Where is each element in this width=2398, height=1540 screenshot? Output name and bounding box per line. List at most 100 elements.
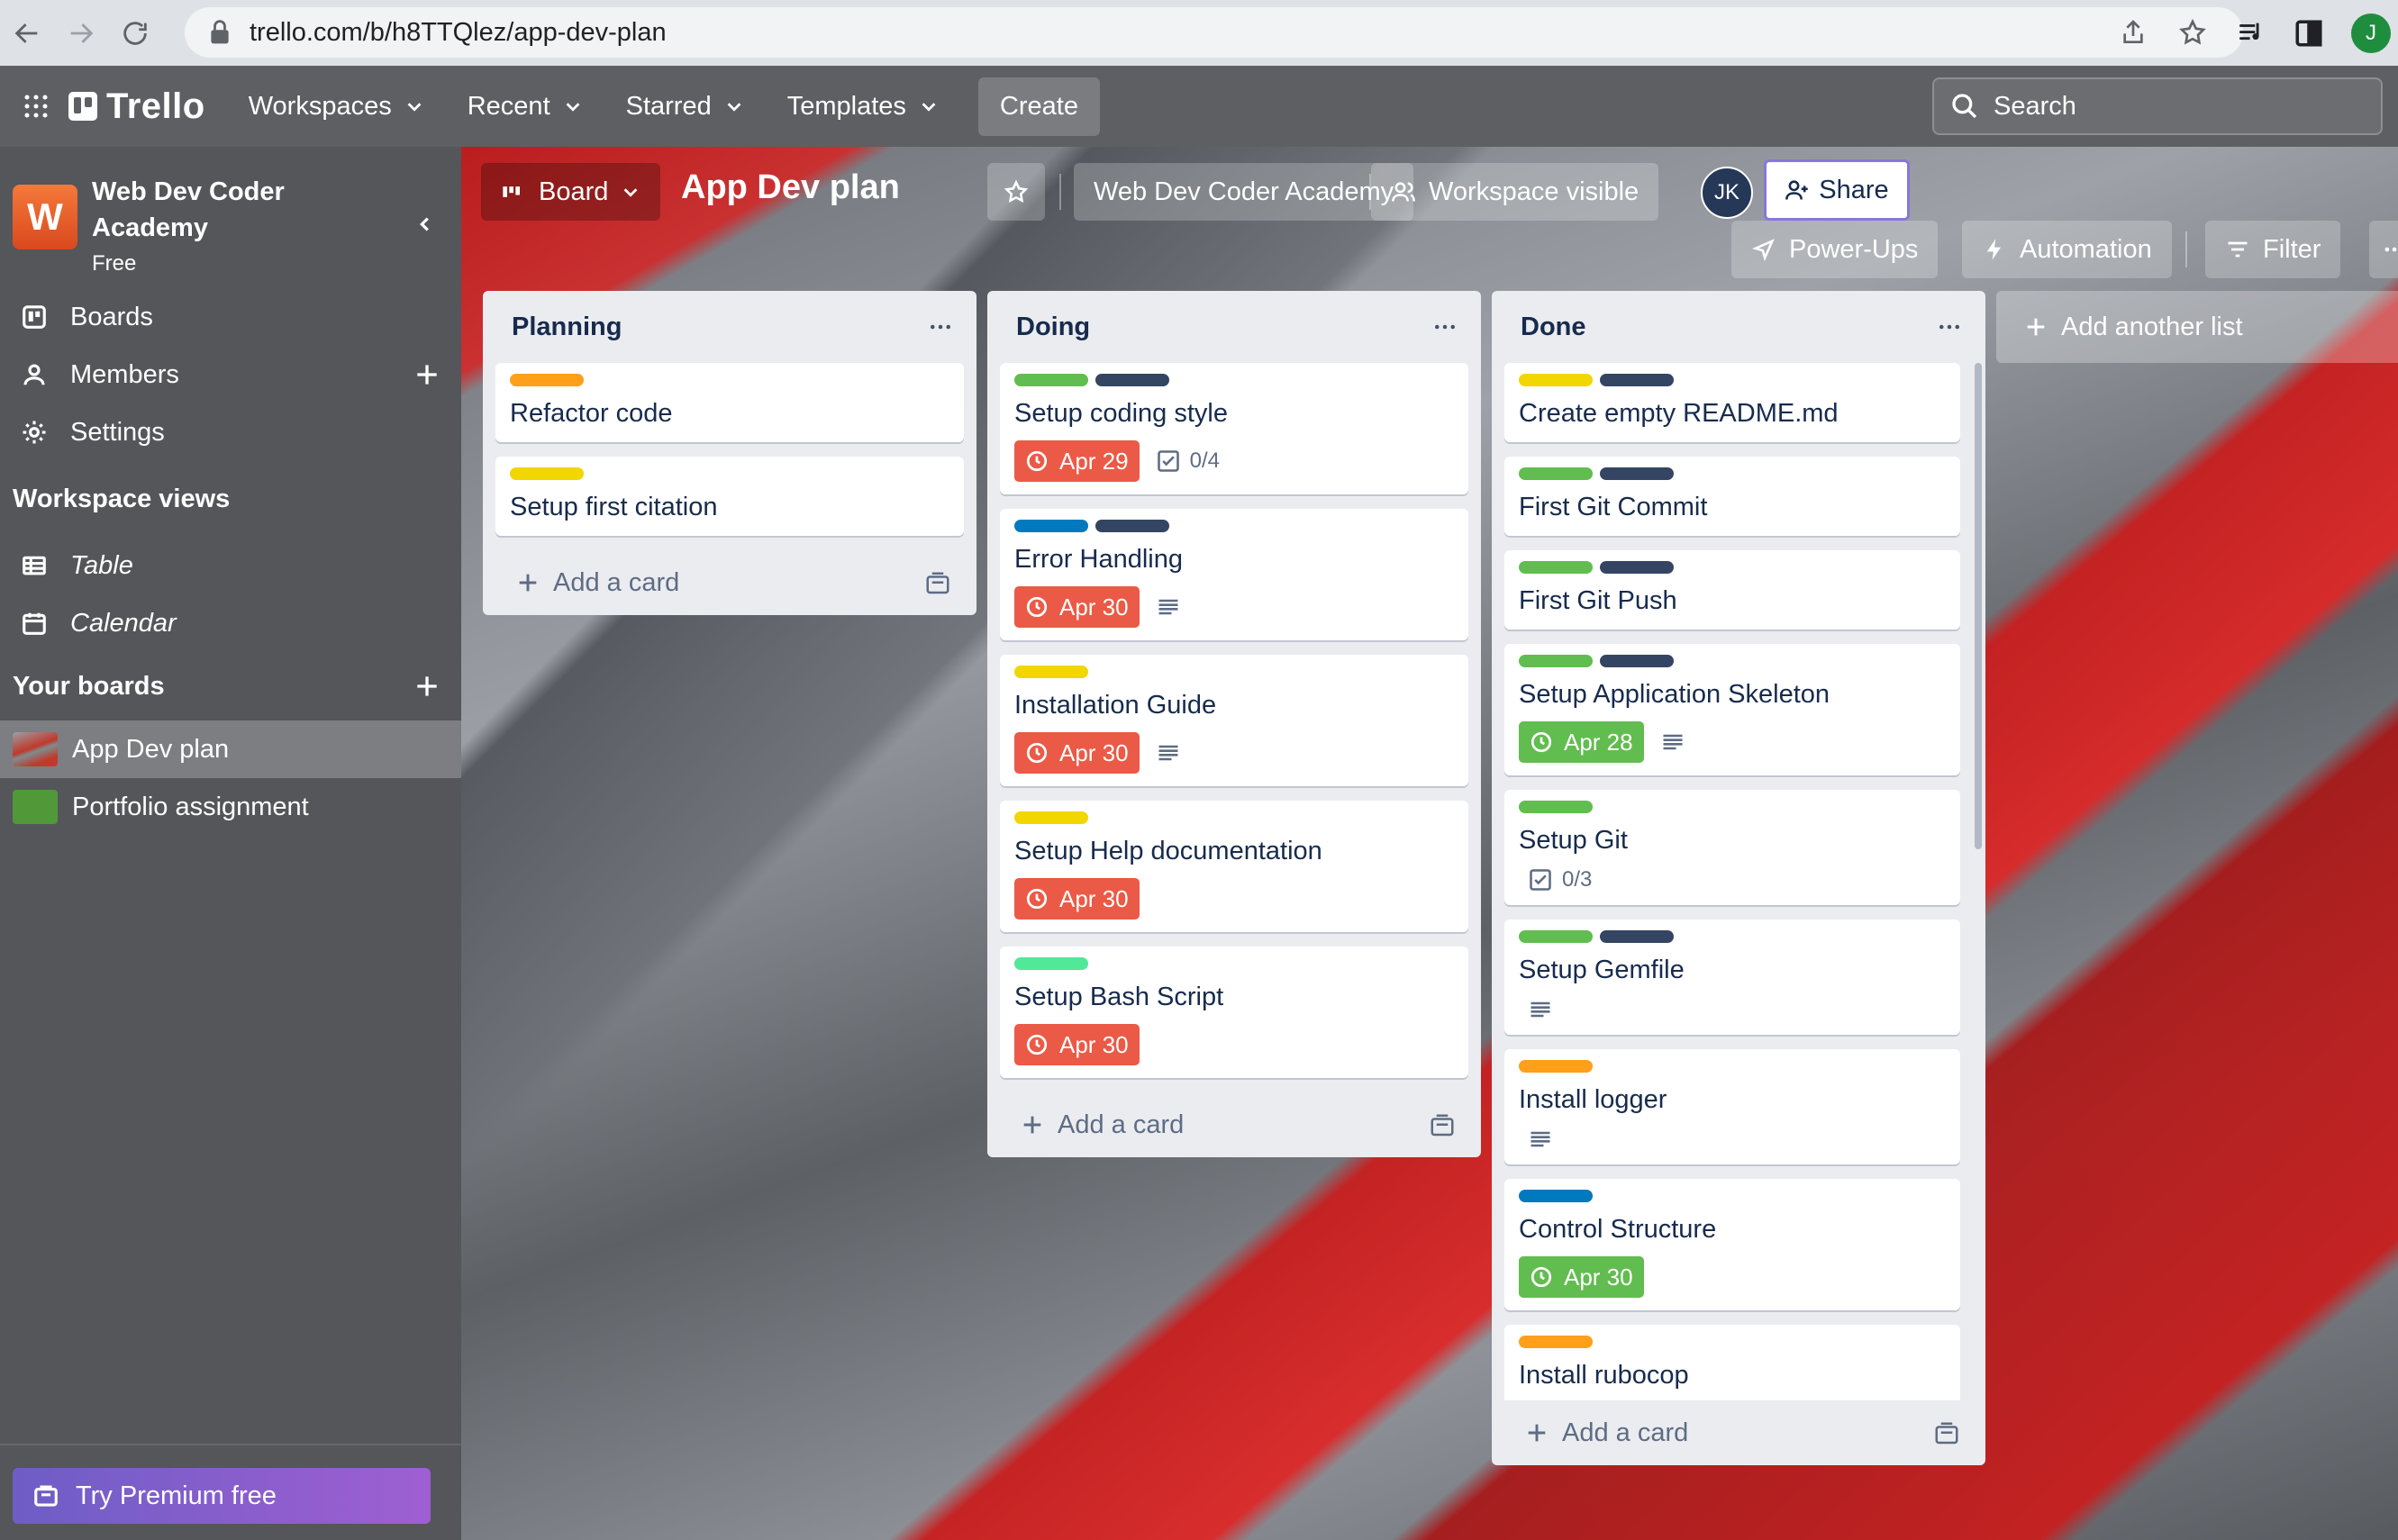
sidebar-item-calendar[interactable]: Calendar <box>0 594 461 652</box>
list-title[interactable]: Done <box>1521 313 1586 342</box>
app-switcher-icon[interactable] <box>9 79 63 133</box>
add-member-plus-icon[interactable] <box>413 360 441 389</box>
card-label-orange[interactable] <box>1519 1060 1593 1073</box>
workspace-name[interactable]: Web Dev Coder Academy <box>92 174 380 246</box>
reload-button[interactable] <box>108 6 162 60</box>
due-date-badge[interactable]: Apr 29 <box>1014 440 1140 482</box>
add-card-button[interactable]: Add a card <box>495 550 964 615</box>
card-label-navy[interactable] <box>1600 561 1674 574</box>
card[interactable]: Setup Application Skeleton Apr 28 <box>1504 644 1960 775</box>
address-bar[interactable]: trello.com/b/h8TTQlez/app-dev-plan <box>185 7 2243 58</box>
card[interactable]: Setup Help documentation Apr 30 <box>1000 801 1468 932</box>
back-button[interactable] <box>0 6 54 60</box>
search-box[interactable] <box>1932 77 2383 135</box>
due-date-badge[interactable]: Apr 30 <box>1014 878 1140 919</box>
card-template-icon[interactable] <box>1429 1112 1456 1139</box>
card-label-yellow[interactable] <box>510 467 584 480</box>
card-label-lime[interactable] <box>1014 957 1088 970</box>
card[interactable]: Control Structure Apr 30 <box>1504 1179 1960 1310</box>
bookmark-star-icon[interactable] <box>2178 18 2207 47</box>
card-template-icon[interactable] <box>1933 1420 1960 1447</box>
card-template-icon[interactable] <box>924 570 951 597</box>
board-view-switcher[interactable]: Board <box>481 163 661 221</box>
card-label-yellow[interactable] <box>1014 811 1088 824</box>
card[interactable]: Error Handling Apr 30 <box>1000 509 1468 640</box>
sidebar-item-boards[interactable]: Boards <box>0 288 461 346</box>
sidebar-item-table[interactable]: Table <box>0 537 461 594</box>
card-label-navy[interactable] <box>1095 520 1169 532</box>
card[interactable]: First Git Push <box>1504 550 1960 630</box>
card[interactable]: Setup Gemfile <box>1504 919 1960 1035</box>
card-label-green[interactable] <box>1519 655 1593 667</box>
card[interactable]: Installation Guide Apr 30 <box>1000 655 1468 786</box>
sidebar-board-app-dev-plan[interactable]: App Dev plan <box>0 720 461 778</box>
create-button[interactable]: Create <box>977 77 1100 136</box>
card[interactable]: Setup Bash Script Apr 30 <box>1000 947 1468 1078</box>
add-card-button[interactable]: Add a card <box>1000 1092 1468 1157</box>
menu-templates[interactable]: Templates <box>771 79 955 134</box>
list-title[interactable]: Doing <box>1016 313 1090 342</box>
card-label-navy[interactable] <box>1600 930 1674 943</box>
due-date-badge[interactable]: Apr 30 <box>1014 586 1140 628</box>
card[interactable]: Setup coding style Apr 29 0/4 <box>1000 363 1468 494</box>
card-label-green[interactable] <box>1519 561 1593 574</box>
workspace-button[interactable]: Web Dev Coder Academy <box>1074 163 1414 221</box>
side-panel-icon[interactable] <box>2294 18 2324 49</box>
try-premium-button[interactable]: Try Premium free <box>13 1468 431 1524</box>
star-board-button[interactable] <box>987 163 1045 221</box>
list-scrollbar[interactable] <box>1975 363 1982 1480</box>
member-avatar[interactable]: JK <box>1701 167 1753 219</box>
sidebar-item-settings[interactable]: Settings <box>0 403 461 461</box>
card[interactable]: Refactor code <box>495 363 964 442</box>
card-label-blue[interactable] <box>1519 1190 1593 1202</box>
board-menu-button[interactable] <box>2369 221 2398 278</box>
card-label-yellow[interactable] <box>1519 374 1593 386</box>
sidebar-board-portfolio[interactable]: Portfolio assignment <box>0 778 461 836</box>
card-label-orange[interactable] <box>510 374 584 386</box>
card-label-green[interactable] <box>1519 930 1593 943</box>
card-label-navy[interactable] <box>1600 374 1674 386</box>
sidebar-item-members[interactable]: Members <box>0 346 461 403</box>
card-label-navy[interactable] <box>1095 374 1169 386</box>
card[interactable]: Install logger <box>1504 1049 1960 1164</box>
card-label-green[interactable] <box>1519 801 1593 813</box>
list-menu-button[interactable] <box>922 309 958 345</box>
media-control-icon[interactable] <box>2236 18 2266 49</box>
menu-starred[interactable]: Starred <box>610 79 760 134</box>
board-title[interactable]: App Dev plan <box>681 168 900 207</box>
share-button[interactable]: Share <box>1764 159 1910 221</box>
list-title[interactable]: Planning <box>512 313 622 342</box>
card-label-blue[interactable] <box>1014 520 1088 532</box>
share-page-icon[interactable] <box>2119 18 2148 47</box>
list-menu-button[interactable] <box>1931 309 1967 345</box>
profile-avatar[interactable]: J <box>2351 13 2391 53</box>
add-board-plus-icon[interactable] <box>413 672 441 701</box>
card[interactable]: First Git Commit <box>1504 457 1960 536</box>
card[interactable]: Create empty README.md <box>1504 363 1960 442</box>
filter-button[interactable]: Filter <box>2205 221 2341 278</box>
card-label-green[interactable] <box>1519 467 1593 480</box>
add-list-button[interactable]: Add another list <box>1996 291 2398 363</box>
due-date-badge[interactable]: Apr 28 <box>1519 721 1644 763</box>
search-input[interactable] <box>1994 91 2354 122</box>
list-menu-button[interactable] <box>1427 309 1463 345</box>
card-label-orange[interactable] <box>1519 1336 1593 1348</box>
collapse-sidebar-button[interactable] <box>407 206 443 242</box>
card-label-green[interactable] <box>1014 374 1088 386</box>
automation-button[interactable]: Automation <box>1962 221 2172 278</box>
list-scrollbar-thumb[interactable] <box>1975 363 1982 849</box>
card[interactable]: Setup Git 0/3 <box>1504 790 1960 905</box>
visibility-button[interactable]: Workspace visible <box>1371 163 1659 221</box>
due-date-badge[interactable]: Apr 30 <box>1014 732 1140 774</box>
card[interactable]: Install rubocop <box>1504 1325 1960 1400</box>
due-date-badge[interactable]: Apr 30 <box>1519 1256 1644 1298</box>
menu-workspaces[interactable]: Workspaces <box>232 79 441 134</box>
power-ups-button[interactable]: Power-Ups <box>1731 221 1939 278</box>
card[interactable]: Setup first citation <box>495 457 964 536</box>
add-card-button[interactable]: Add a card <box>1504 1400 1973 1465</box>
forward-button[interactable] <box>54 6 108 60</box>
menu-recent[interactable]: Recent <box>451 79 599 134</box>
card-label-navy[interactable] <box>1600 467 1674 480</box>
card-label-navy[interactable] <box>1600 655 1674 667</box>
due-date-badge[interactable]: Apr 30 <box>1014 1024 1140 1065</box>
